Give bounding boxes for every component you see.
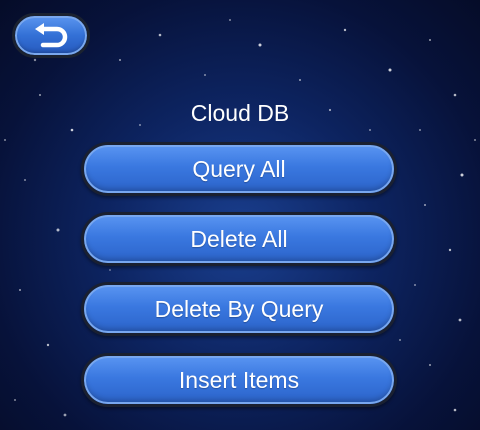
delete-all-button[interactable]: Delete All bbox=[81, 212, 397, 266]
delete-by-query-button[interactable]: Delete By Query bbox=[81, 282, 397, 336]
query-all-button[interactable]: Query All bbox=[81, 142, 397, 196]
back-button[interactable] bbox=[12, 13, 90, 58]
query-all-label: Query All bbox=[192, 155, 286, 182]
page-title: Cloud DB bbox=[190, 100, 290, 126]
insert-items-label: Insert Items bbox=[178, 366, 300, 393]
delete-by-query-label: Delete By Query bbox=[154, 295, 324, 322]
delete-all-label: Delete All bbox=[190, 225, 288, 252]
insert-items-button[interactable]: Insert Items bbox=[81, 353, 397, 407]
return-arrow-icon bbox=[35, 22, 68, 47]
